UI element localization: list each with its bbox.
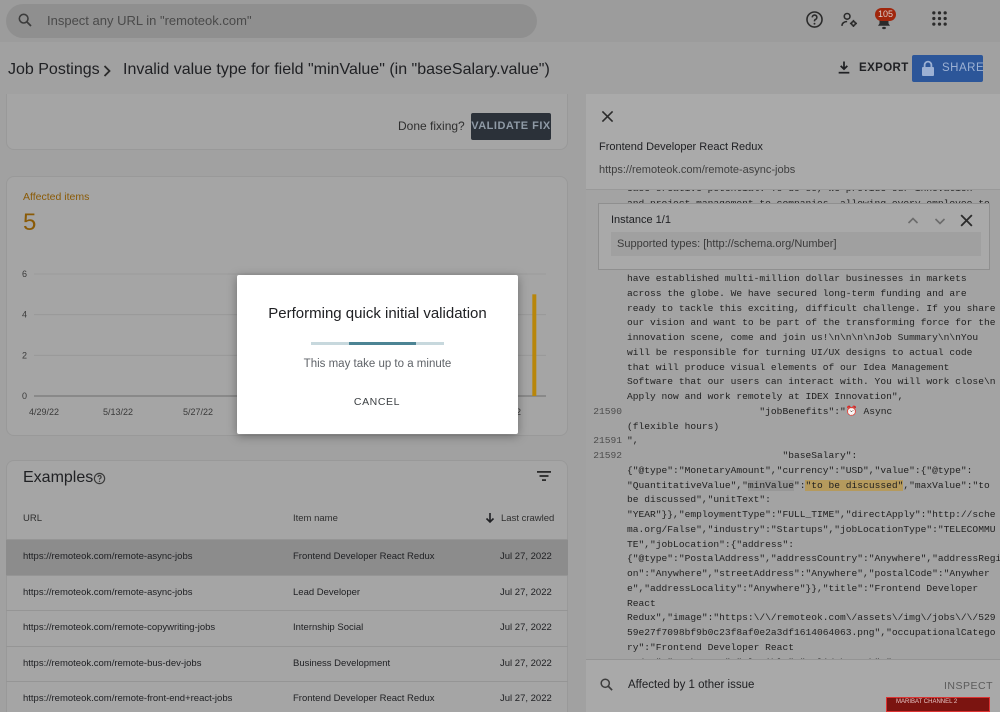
chevron-down-icon[interactable]: [933, 214, 947, 228]
table-row[interactable]: https://remoteok.com/remote-copywriting-…: [6, 610, 568, 646]
progress-bar-fill: [349, 342, 416, 345]
search-icon: [600, 678, 613, 691]
share-button-label: SHARE: [942, 62, 985, 74]
dialog-subtitle: This may take up to a minute: [303, 358, 452, 370]
x-tick-label: 5/13/22: [103, 407, 133, 417]
code-invalid-value-highlight: "to be discussed": [805, 479, 904, 491]
y-tick-label: 0: [22, 391, 27, 401]
apps-grid-icon[interactable]: [931, 10, 948, 27]
panel-item-title: Frontend Developer React Redux: [599, 141, 763, 153]
validate-fix-button[interactable]: VALIDATE FIX: [471, 113, 551, 140]
code-salary-rest: ,"maxValue":"to be discussed","unitText"…: [627, 479, 1000, 660]
code-quote: ",: [627, 435, 639, 446]
done-fixing-label: Done fixing?: [398, 119, 465, 133]
chevron-up-icon[interactable]: [906, 214, 920, 228]
code-base-salary: "baseSalary": {"@type":"MonetaryAmount",…: [627, 449, 1000, 660]
row-url: https://remoteok.com/remote-front-end+re…: [23, 693, 233, 704]
panel-item-url: https://remoteok.com/remote-async-jobs: [599, 164, 796, 176]
notification-badge: 105: [875, 8, 897, 21]
chevron-right-icon: [103, 65, 111, 77]
line-number: 21592: [593, 450, 622, 461]
examples-title: Examples: [23, 469, 94, 486]
table-row[interactable]: https://remoteok.com/remote-async-jobs L…: [6, 574, 568, 611]
column-header-last-crawled[interactable]: Last crawled: [501, 513, 554, 524]
cancel-button[interactable]: CANCEL: [346, 392, 408, 412]
code-colon: ":: [793, 479, 806, 491]
table-row[interactable]: https://remoteok.com/remote-async-jobs F…: [6, 539, 568, 575]
chart-bar: [532, 294, 537, 396]
affected-items-count: 5: [23, 209, 37, 236]
x-tick-label: 4/29/22: [29, 407, 59, 417]
row-last-crawled: Jul 27, 2022: [500, 586, 552, 598]
row-last-crawled: Jul 27, 2022: [500, 622, 552, 633]
affected-items-label: Affected items: [23, 191, 90, 203]
close-instance-icon[interactable]: [959, 213, 974, 228]
search-input[interactable]: [47, 8, 517, 32]
y-tick-label: 4: [22, 310, 27, 320]
video-thumbnail-text: MARIBAT CHANNEL 2: [896, 699, 958, 705]
search-icon: [18, 13, 32, 27]
row-last-crawled: Jul 27, 2022: [500, 551, 552, 562]
code-job-benefits: "jobBenefits":"⏰ Async (flexible hours): [627, 406, 893, 432]
instance-label: Instance 1/1: [611, 214, 671, 226]
column-header-url: URL: [23, 513, 43, 524]
x-tick-label: 5/27/22: [183, 407, 213, 417]
help-circle-icon[interactable]: [93, 472, 106, 485]
y-tick-label: 2: [22, 350, 27, 360]
row-last-crawled: Jul 27, 2022: [500, 657, 552, 669]
row-item-name: Internship Social: [293, 622, 364, 633]
row-url: https://remoteok.com/remote-copywriting-…: [23, 622, 216, 633]
line-number: 21590: [593, 406, 622, 417]
page-title: Invalid value type for field "minValue" …: [123, 61, 550, 78]
inspect-button[interactable]: INSPECT: [944, 680, 993, 692]
lock-icon: [922, 60, 934, 76]
code-text-description: have established multi-million dollar bu…: [627, 273, 996, 402]
table-row[interactable]: https://remoteok.com/remote-bus-dev-jobs…: [6, 645, 568, 682]
filter-icon[interactable]: [536, 469, 552, 483]
table-row[interactable]: https://remoteok.com/remote-front-end+re…: [6, 681, 568, 712]
row-url: https://remoteok.com/remote-async-jobs: [23, 586, 193, 598]
help-icon[interactable]: [805, 10, 824, 29]
supported-types: Supported types: [http://schema.org/Numb…: [611, 232, 981, 256]
row-item-name: Frontend Developer React Redux: [293, 551, 435, 562]
line-number: 21591: [593, 435, 622, 446]
row-item-name: Frontend Developer React Redux: [293, 693, 435, 704]
export-button[interactable]: EXPORT: [859, 62, 909, 74]
row-url: https://remoteok.com/remote-bus-dev-jobs: [23, 657, 202, 669]
row-url: https://remoteok.com/remote-async-jobs: [23, 551, 193, 562]
row-item-name: Business Development: [293, 657, 391, 669]
row-last-crawled: Jul 27, 2022: [500, 693, 552, 704]
code-min-value-key: minValue: [747, 479, 794, 491]
close-icon[interactable]: [601, 110, 614, 123]
breadcrumb-job-postings[interactable]: Job Postings: [8, 61, 100, 79]
download-icon[interactable]: [836, 59, 852, 76]
y-tick-label: 6: [22, 269, 27, 279]
sort-descending-icon[interactable]: [485, 512, 495, 524]
dialog-title: Performing quick initial validation: [268, 305, 487, 322]
column-header-item-name: Item name: [293, 513, 338, 524]
manage-users-icon[interactable]: [840, 10, 859, 29]
affected-other-issue: Affected by 1 other issue: [628, 679, 755, 691]
row-item-name: Lead Developer: [293, 586, 361, 598]
